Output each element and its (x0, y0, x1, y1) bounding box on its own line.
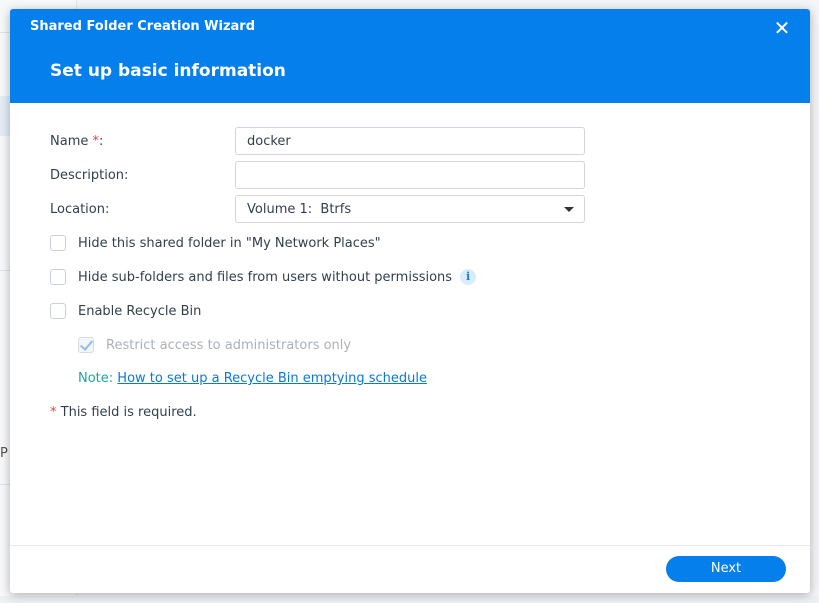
hide-subfolders-checkbox[interactable] (50, 269, 66, 285)
hide-subfolders-label: Hide sub-folders and files from users wi… (78, 269, 453, 285)
next-button[interactable]: Next (666, 556, 786, 582)
close-icon[interactable]: ✕ (772, 18, 792, 38)
name-field[interactable] (235, 127, 585, 155)
footer-divider (10, 545, 810, 546)
name-input[interactable] (236, 128, 577, 154)
restrict-admin-checkbox (78, 337, 94, 353)
background-bottom (0, 596, 819, 603)
dialog-header: Shared Folder Creation Wizard ✕ Set up b… (10, 9, 810, 103)
location-selected-value: Volume 1: Btrfs (247, 202, 352, 217)
background-selected-item (0, 96, 10, 136)
note-prefix: Note: (78, 371, 118, 386)
location-label: Location: (50, 202, 110, 217)
chevron-down-icon (564, 207, 574, 212)
hide-shared-option[interactable]: Hide this shared folder in "My Network P… (50, 234, 381, 252)
restrict-admin-label: Restrict access to administrators only (106, 337, 352, 353)
hide-shared-checkbox[interactable] (50, 235, 66, 251)
recycle-bin-label: Enable Recycle Bin (78, 303, 202, 319)
background-text: P (0, 446, 8, 461)
recycle-note: Note: How to set up a Recycle Bin emptyi… (78, 371, 427, 386)
required-field-note: * This field is required. (50, 405, 197, 420)
step-title: Set up basic information (50, 61, 286, 81)
name-label: Name *: (50, 134, 104, 149)
info-icon[interactable]: i (460, 269, 477, 285)
hide-shared-label: Hide this shared folder in "My Network P… (78, 235, 381, 251)
description-label: Description: (50, 168, 129, 183)
checkmark-icon (79, 337, 94, 351)
location-select[interactable]: Volume 1: Btrfs (235, 195, 585, 223)
wizard-dialog: Shared Folder Creation Wizard ✕ Set up b… (10, 9, 810, 593)
hide-subfolders-option[interactable]: Hide sub-folders and files from users wi… (50, 268, 477, 286)
description-field[interactable] (235, 161, 585, 189)
description-input[interactable] (236, 162, 577, 188)
recycle-schedule-link[interactable]: How to set up a Recycle Bin emptying sch… (117, 371, 427, 386)
recycle-bin-checkbox[interactable] (50, 303, 66, 319)
recycle-bin-option[interactable]: Enable Recycle Bin (50, 302, 201, 320)
restrict-admin-option: Restrict access to administrators only (78, 336, 351, 354)
window-title: Shared Folder Creation Wizard (30, 19, 256, 34)
